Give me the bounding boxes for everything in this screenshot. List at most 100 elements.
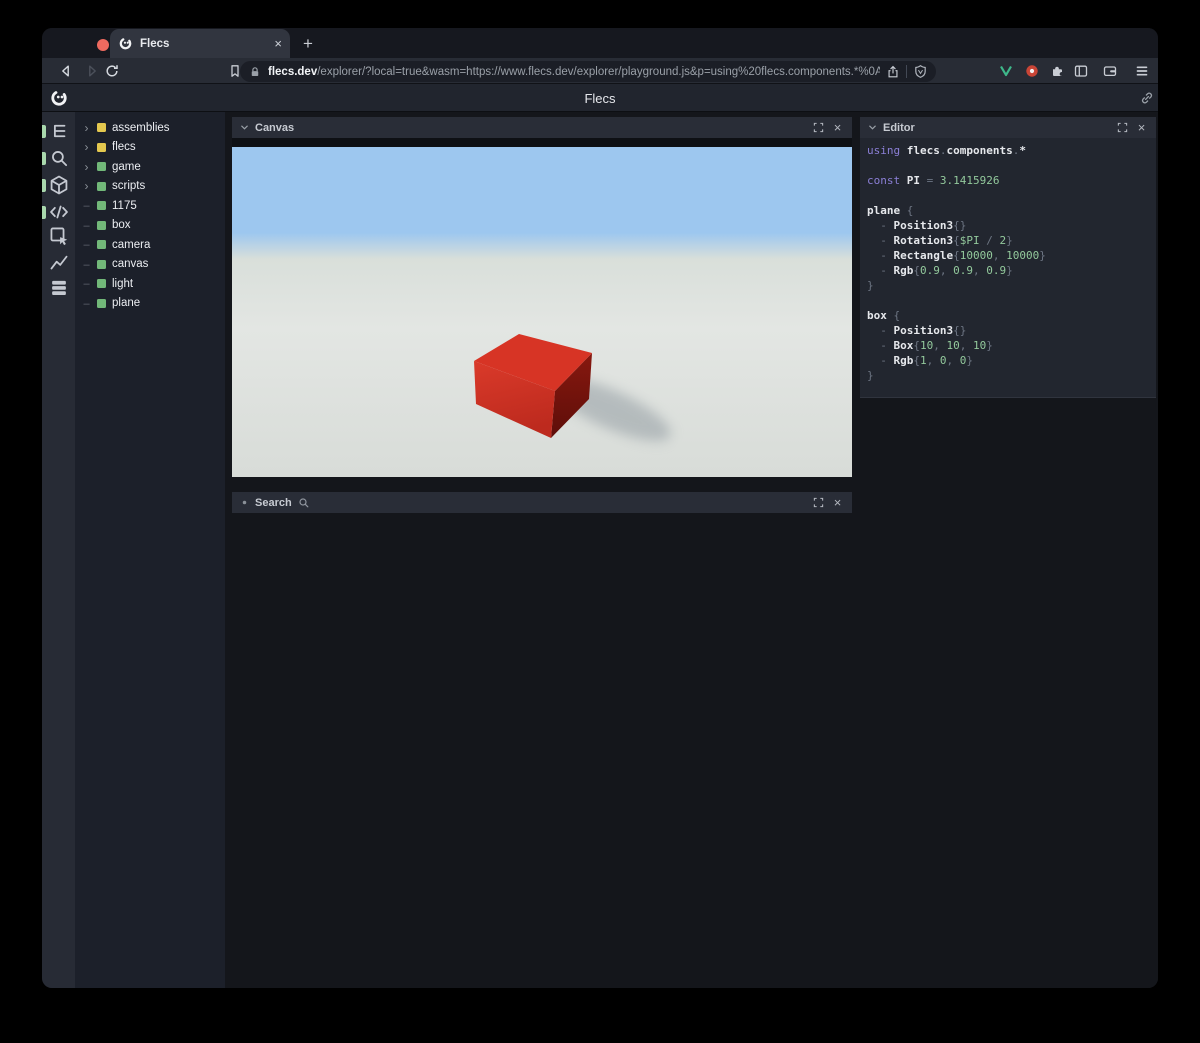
code-token: -: [867, 249, 894, 262]
magnifier-icon: [298, 497, 806, 509]
collapsed-bullet-icon[interactable]: [242, 500, 247, 505]
tab-strip: Flecs × +: [42, 28, 1158, 58]
code-token: ,: [933, 339, 947, 352]
tree-item-assemblies[interactable]: assemblies: [75, 118, 225, 138]
code-token: ,: [959, 339, 973, 352]
code-token: -: [867, 234, 894, 247]
code-token: }: [867, 369, 874, 382]
record-dot-extension-icon[interactable]: [1024, 63, 1040, 79]
fullscreen-icon[interactable]: [812, 121, 825, 134]
code-line: }: [867, 368, 1156, 383]
wallet-icon[interactable]: [1102, 63, 1118, 79]
inspector-icon[interactable]: [48, 225, 70, 247]
entity-square-icon: [97, 240, 106, 250]
chevron-down-icon[interactable]: [240, 124, 249, 131]
leaf-dash-icon: [82, 278, 91, 289]
code-token: Rotation3: [893, 234, 954, 247]
code-token: 0.9: [920, 264, 940, 277]
outline-tree-icon[interactable]: [48, 120, 70, 142]
lock-icon: [248, 65, 262, 79]
scene-cube-icon[interactable]: [48, 174, 70, 196]
code-token: .: [939, 144, 947, 157]
fullscreen-icon[interactable]: [1116, 121, 1129, 134]
code-token: }: [966, 354, 973, 367]
close-window-button[interactable]: [97, 39, 109, 51]
statistics-chart-icon[interactable]: [48, 251, 70, 273]
tree-item-flecs[interactable]: flecs: [75, 138, 225, 158]
code-token: /: [979, 234, 1000, 247]
canvas-3d-viewport[interactable]: [232, 147, 852, 477]
entity-square-icon: [97, 162, 106, 172]
entity-square-icon: [97, 181, 106, 191]
tree-item-label: flecs: [112, 141, 136, 154]
code-token: {: [893, 309, 901, 322]
code-token: Rectangle: [893, 249, 954, 262]
tree-item-game[interactable]: game: [75, 157, 225, 177]
page-title: Flecs: [584, 90, 616, 106]
fullscreen-icon[interactable]: [812, 496, 825, 509]
code-token: {}: [953, 219, 967, 232]
code-icon[interactable]: [48, 201, 70, 223]
forward-icon[interactable]: [84, 63, 100, 79]
back-icon[interactable]: [58, 63, 74, 79]
tab-close-icon[interactable]: ×: [274, 37, 282, 50]
tree-item-label: 1175: [112, 199, 137, 212]
v-extension-icon[interactable]: [998, 63, 1014, 79]
tree-item-canvas[interactable]: canvas: [75, 255, 225, 275]
expand-chevron-icon[interactable]: [82, 123, 91, 133]
code-token: {: [913, 339, 920, 352]
sidebar-icon[interactable]: [1073, 63, 1089, 79]
code-token: 10000: [1006, 249, 1040, 262]
code-line: - Box{10, 10, 10}: [867, 338, 1156, 353]
code-line: - Rgb{1, 0, 0}: [867, 353, 1156, 368]
code-token: {: [906, 204, 914, 217]
url-path: /explorer/?local=true&wasm=https://www.f…: [317, 65, 880, 78]
code-line: using flecs.components.*: [867, 143, 1156, 158]
url-text: flecs.dev/explorer/?local=true&wasm=http…: [268, 66, 880, 78]
tree-item-box[interactable]: box: [75, 216, 225, 236]
leaf-dash-icon: [82, 200, 91, 211]
tree-item-label: plane: [112, 297, 141, 310]
browser-tab-flecs[interactable]: Flecs ×: [110, 29, 290, 58]
close-icon[interactable]: ×: [1135, 121, 1148, 134]
chevron-down-icon[interactable]: [868, 124, 877, 131]
close-icon[interactable]: ×: [831, 496, 844, 509]
expand-chevron-icon[interactable]: [82, 162, 91, 172]
tree-item-light[interactable]: light: [75, 274, 225, 294]
new-tab-button[interactable]: +: [296, 32, 320, 56]
share-icon[interactable]: [886, 65, 900, 79]
extensions-puzzle-icon[interactable]: [1050, 63, 1066, 79]
link-icon[interactable]: [1139, 90, 1155, 106]
shield-icon[interactable]: [913, 64, 928, 79]
editor-panel-body[interactable]: using flecs.components.* const PI = 3.14…: [860, 138, 1156, 398]
entity-square-icon: [97, 279, 106, 289]
code-token: 0.9: [953, 264, 973, 277]
code-token: -: [867, 354, 894, 367]
menu-icon[interactable]: [1134, 63, 1150, 79]
code-token: Rgb: [893, 354, 914, 367]
leaf-dash-icon: [82, 259, 91, 270]
tab-title: Flecs: [140, 37, 170, 50]
tree-item-scripts[interactable]: scripts: [75, 177, 225, 197]
code-token: {: [953, 234, 960, 247]
code-token: ,: [946, 354, 960, 367]
tree-item-plane[interactable]: plane: [75, 294, 225, 314]
code-line: - Position3{}: [867, 218, 1156, 233]
storage-stack-icon[interactable]: [48, 277, 70, 299]
code-token: {}: [953, 324, 967, 337]
code-token: 10: [946, 339, 960, 352]
expand-chevron-icon[interactable]: [82, 181, 91, 191]
entity-square-icon: [97, 142, 106, 152]
active-indicator: [42, 152, 46, 165]
reload-icon[interactable]: [104, 63, 120, 79]
code-token: box: [867, 309, 894, 322]
url-bar[interactable]: flecs.dev/explorer/?local=true&wasm=http…: [240, 61, 936, 82]
tree-item-camera[interactable]: camera: [75, 235, 225, 255]
close-icon[interactable]: ×: [831, 121, 844, 134]
code-token: -: [867, 264, 894, 277]
expand-chevron-icon[interactable]: [82, 142, 91, 152]
url-domain: flecs.dev: [268, 65, 318, 78]
tree-item-1175[interactable]: 1175: [75, 196, 225, 216]
editor-code[interactable]: using flecs.components.* const PI = 3.14…: [860, 138, 1156, 383]
search-icon[interactable]: [48, 147, 70, 169]
